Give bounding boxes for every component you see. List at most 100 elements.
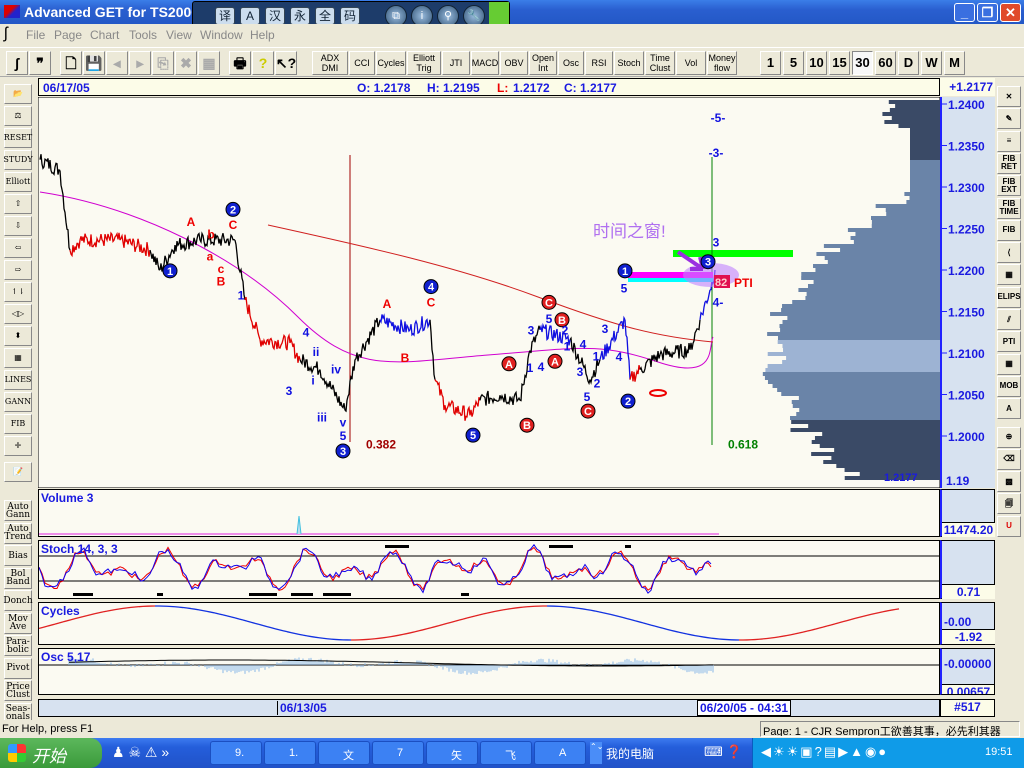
close-button[interactable]: ✕ [1000, 3, 1021, 22]
left-tool-2[interactable]: RESET [4, 128, 32, 148]
ime-key[interactable]: A [240, 7, 260, 25]
ime-key[interactable]: 永 [290, 7, 310, 25]
right-tool-8[interactable]: ▦ [997, 264, 1021, 286]
ime-key[interactable]: 译 [215, 7, 235, 25]
quote-icon[interactable]: ❞ [29, 51, 51, 75]
study-button-cycles[interactable]: Cycles [376, 51, 406, 75]
right-tool-4[interactable]: FIB EXT [997, 175, 1021, 197]
delete-icon[interactable]: ✖ [175, 51, 197, 75]
menu-file[interactable]: File [26, 28, 45, 42]
left-tool-16[interactable]: ✛ [4, 436, 32, 456]
menu-help[interactable]: Help [250, 28, 275, 42]
right-tool-14[interactable]: A [997, 398, 1021, 420]
right-tool-13[interactable]: MOB [997, 375, 1021, 397]
left-tool-10[interactable]: ◁▷ [4, 304, 32, 324]
right-tool-11[interactable]: PTI [997, 331, 1021, 353]
study-tool-bias[interactable]: Bias [4, 545, 32, 566]
interval-button-M[interactable]: M [944, 51, 965, 75]
right-tool-19[interactable]: U [997, 515, 1021, 537]
minimize-button[interactable]: _ [954, 3, 975, 22]
study-button-stoch[interactable]: Stoch [614, 51, 644, 75]
interval-button-5[interactable]: 5 [783, 51, 804, 75]
price-chart[interactable]: 1.2400 1.2350 1.2300 1.2250 1.2200 1.2150 1.21… [38, 97, 995, 488]
menu-tools[interactable]: Tools [129, 28, 157, 42]
right-tool-15[interactable]: ⊕ [997, 426, 1021, 448]
taskbar-scroll[interactable]: ⌃⌄ [590, 742, 603, 764]
study-tool-mov-ave[interactable]: Mov Ave [4, 612, 32, 634]
date-bar[interactable]: 06/13/05 06/20/05 - 04:31 [38, 699, 940, 717]
copy-icon[interactable]: ⎘ [152, 51, 174, 75]
left-tool-13[interactable]: LINES [4, 370, 32, 390]
left-tool-12[interactable]: ▦ [4, 348, 32, 368]
right-tool-17[interactable]: ▩ [997, 471, 1021, 493]
study-button-time-clust[interactable]: Time Clust [645, 51, 675, 75]
ime-key[interactable]: 汉 [265, 7, 285, 25]
taskbar-task[interactable]: 飞 [480, 741, 532, 765]
left-tool-11[interactable]: ⬍ [4, 326, 32, 346]
ime-key[interactable]: 码 [340, 7, 360, 25]
ime-key[interactable]: 全 [315, 7, 335, 25]
quicklaunch-icon[interactable]: ♟ ☠ ⚠ » [112, 744, 169, 761]
keyboard-icon[interactable]: ⌨ ❓ [704, 744, 743, 760]
menu-view[interactable]: View [166, 28, 192, 42]
study-button-macd[interactable]: MACD [471, 51, 499, 75]
study-tool-price-clust[interactable]: Price Clust [4, 680, 32, 701]
study-tool-auto-trend[interactable]: Auto Trend [4, 522, 32, 544]
taskbar-task[interactable]: 矢 [426, 741, 478, 765]
study-tool-donch[interactable]: Donch [3, 590, 33, 611]
taskbar-task[interactable]: A [534, 741, 586, 765]
study-button-jti[interactable]: JTI [442, 51, 470, 75]
taskbar-task[interactable]: 1. [264, 741, 316, 765]
right-tool-7[interactable]: ⟨ [997, 242, 1021, 264]
left-tool-14[interactable]: GANN [4, 392, 32, 412]
left-tool-3[interactable]: STUDY [3, 150, 33, 170]
study-tool-para-bolic[interactable]: Para-bolic [4, 635, 32, 656]
study-tool-pivot[interactable]: Pivot [4, 657, 32, 679]
left-tool-4[interactable]: Elliott [4, 172, 32, 192]
study-button-osc[interactable]: Osc [558, 51, 584, 75]
left-tool-6[interactable]: ⇩ [4, 216, 32, 236]
study-button-open-int[interactable]: Open Int [529, 51, 557, 75]
left-tool-5[interactable]: ⇧ [4, 194, 32, 214]
left-tool-9[interactable]: ↿⇂ [4, 282, 32, 302]
menu-page[interactable]: Page [54, 28, 82, 42]
app-menu-icon[interactable]: ʃ [4, 25, 8, 43]
right-tool-6[interactable]: FIB [997, 219, 1021, 241]
study-button-elliott-trig[interactable]: Elliott Trig [407, 51, 441, 75]
study-button-cci[interactable]: CCI [349, 51, 375, 75]
left-tool-0[interactable]: 📂 [4, 84, 32, 104]
save-icon[interactable]: 💾 [83, 51, 105, 75]
help-icon[interactable]: ? [252, 51, 274, 75]
study-button-obv[interactable]: OBV [500, 51, 528, 75]
interval-button-10[interactable]: 10 [806, 51, 827, 75]
restore-button[interactable]: ❐ [977, 3, 998, 22]
study-tool-bol-band[interactable]: Bol Band [4, 567, 32, 589]
right-tool-12[interactable]: ▦ [997, 353, 1021, 375]
right-tool-16[interactable]: ⌫ [997, 448, 1021, 470]
new-page-icon[interactable]: 🗋 [60, 51, 82, 75]
study-button-vol[interactable]: Vol [676, 51, 706, 75]
interval-button-1[interactable]: 1 [760, 51, 781, 75]
interval-button-15[interactable]: 15 [829, 51, 850, 75]
grid-icon[interactable]: ▦ [198, 51, 220, 75]
left-tool-8[interactable]: ⇨ [4, 260, 32, 280]
interval-button-W[interactable]: W [921, 51, 942, 75]
right-tool-18[interactable]: 🗐 [997, 493, 1021, 515]
start-button[interactable]: 开始 [0, 738, 102, 768]
left-tool-7[interactable]: ⇦ [4, 238, 32, 258]
get-icon[interactable]: ʃ [6, 51, 28, 75]
context-help-icon[interactable]: ↖? [275, 51, 297, 75]
right-tool-0[interactable]: ✕ [997, 86, 1021, 107]
interval-button-30[interactable]: 30 [852, 51, 873, 75]
taskbar-task[interactable]: 7 [372, 741, 424, 765]
interval-button-D[interactable]: D [898, 51, 919, 75]
study-button-adx-dmi[interactable]: ADX DMI [312, 51, 348, 75]
left-tool-1[interactable]: ⚖ [4, 106, 32, 126]
right-tool-10[interactable]: ⫽ [997, 309, 1021, 330]
study-tool-auto-gann[interactable]: Auto Gann [4, 500, 32, 521]
next-icon[interactable]: ▸ [129, 51, 151, 75]
my-computer-link[interactable]: 我的电脑 [606, 745, 654, 762]
interval-button-60[interactable]: 60 [875, 51, 896, 75]
prev-icon[interactable]: ◂ [106, 51, 128, 75]
menu-window[interactable]: Window [200, 28, 243, 42]
